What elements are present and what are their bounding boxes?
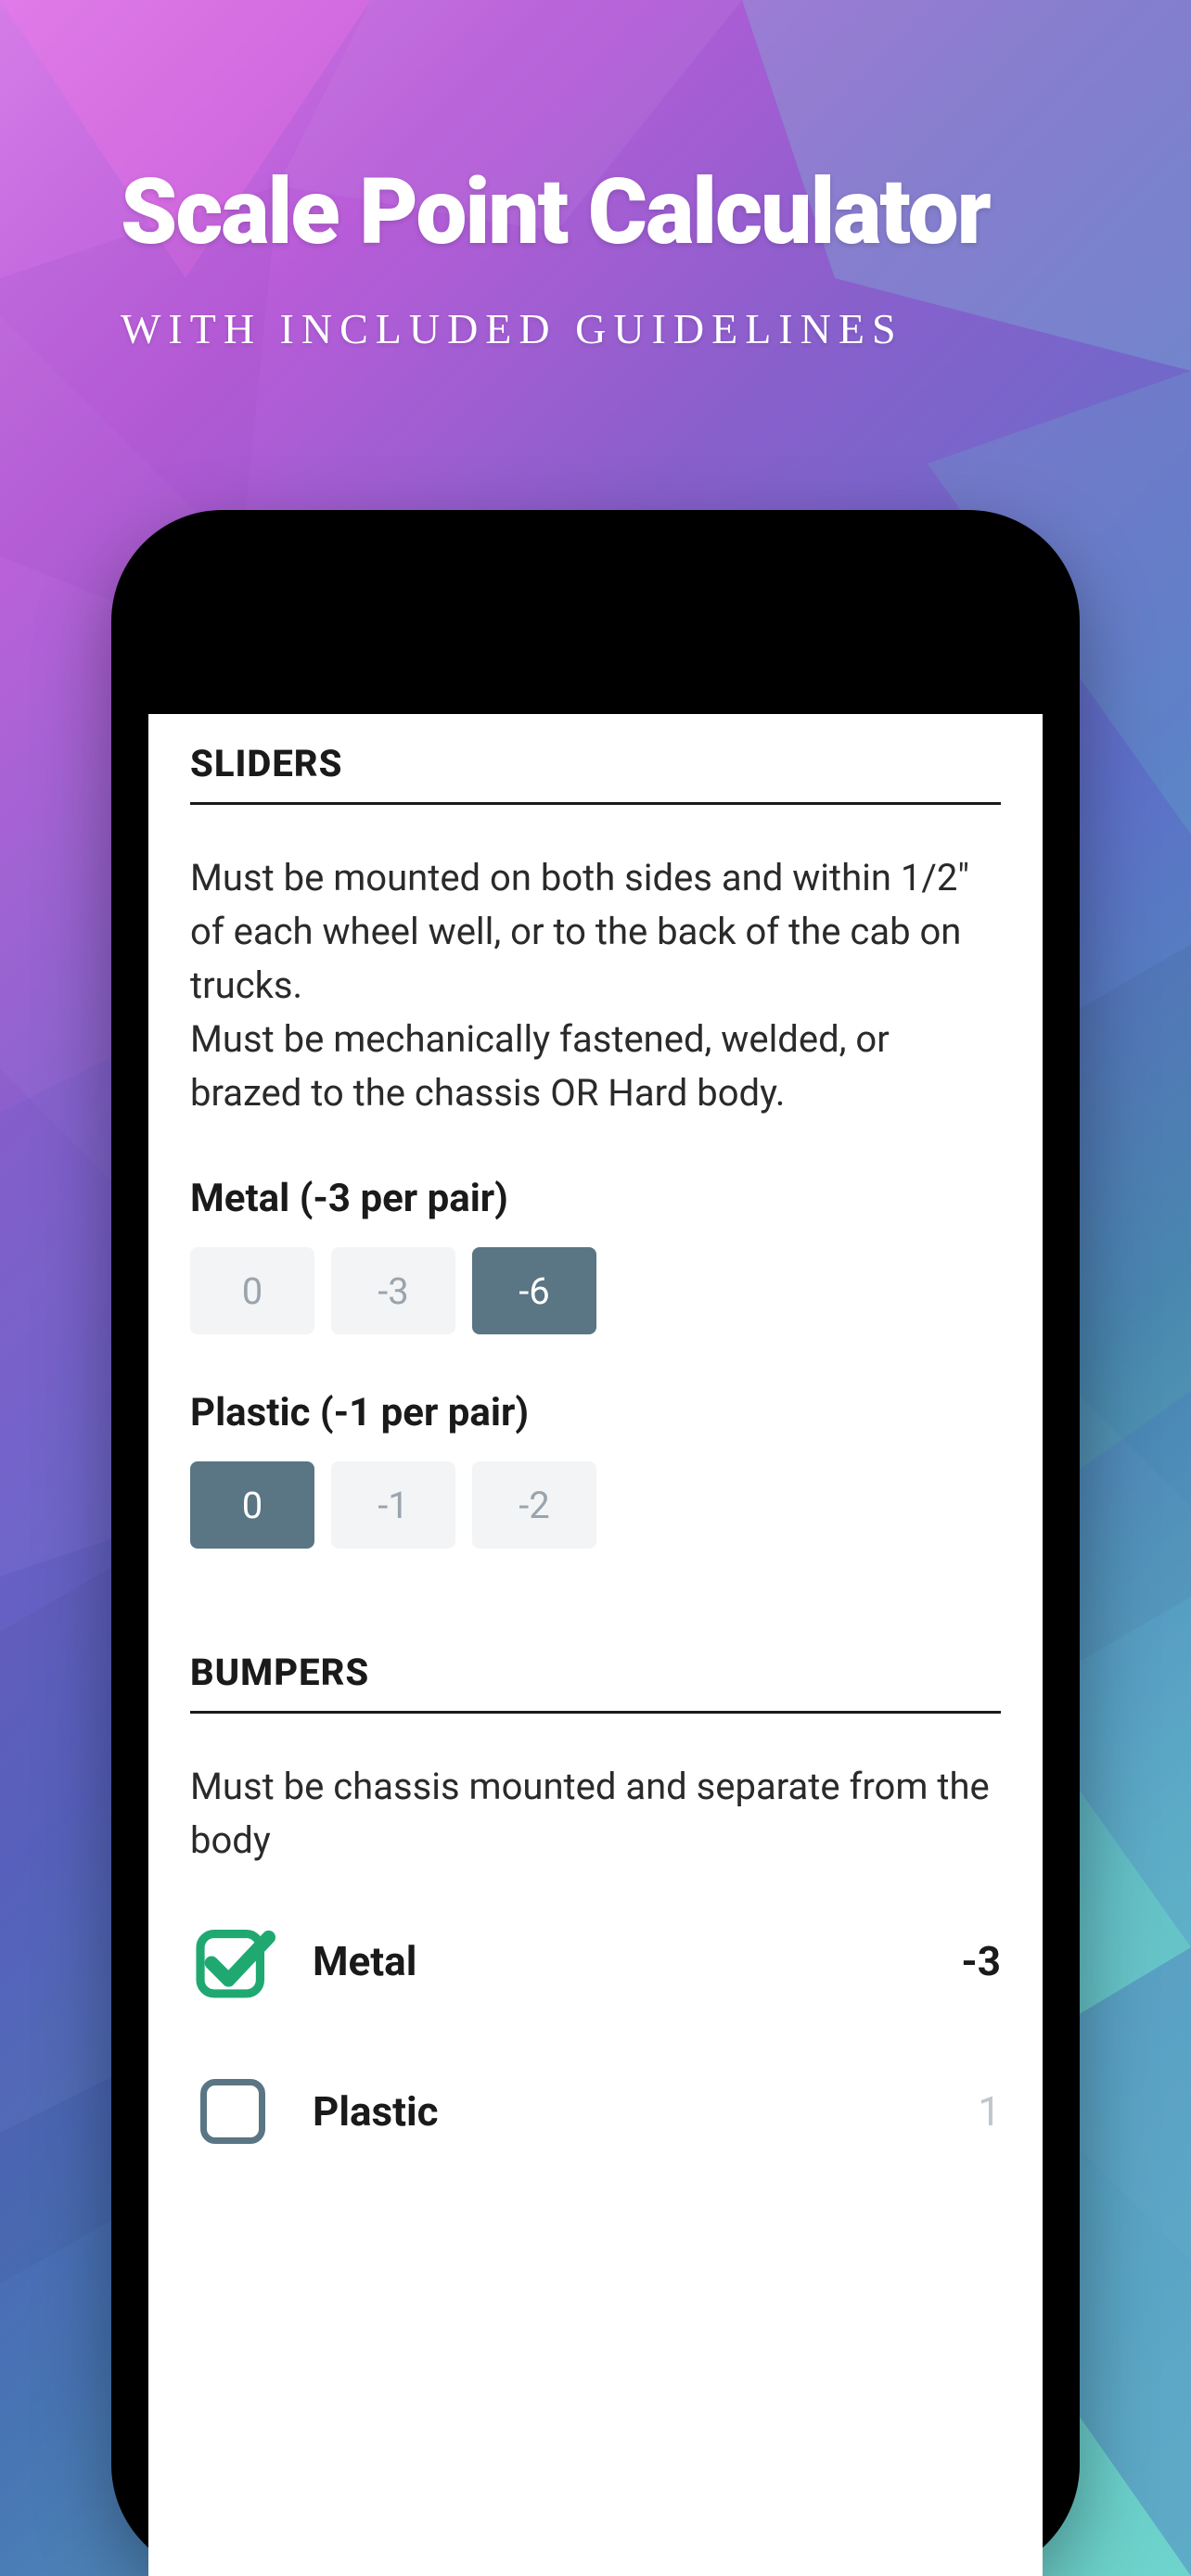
bumpers-metal-row[interactable]: Metal -3 — [190, 1919, 1001, 2004]
bumpers-guideline: Must be chassis mounted and separate fro… — [190, 1760, 1001, 1868]
device-frame: SLIDERS Must be mounted on both sides an… — [111, 510, 1080, 2576]
promo-subtitle: WITH INCLUDED GUIDELINES — [121, 304, 1117, 353]
device-screen[interactable]: SLIDERS Must be mounted on both sides an… — [148, 714, 1043, 2576]
sliders-plastic-option-2[interactable]: -2 — [472, 1461, 596, 1549]
checkbox-checked-icon[interactable] — [190, 1919, 275, 2004]
bumpers-plastic-label: Plastic — [313, 2087, 978, 2136]
sliders-plastic-label: Plastic (-1 per pair) — [190, 1390, 1001, 1435]
bumpers-section: BUMPERS Must be chassis mounted and sepa… — [190, 1651, 1001, 2154]
sliders-guideline: Must be mounted on both sides and within… — [190, 851, 1001, 1120]
promo-header: Scale Point Calculator WITH INCLUDED GUI… — [121, 167, 1117, 353]
divider — [190, 1711, 1001, 1714]
sliders-metal-option-0[interactable]: 0 — [190, 1247, 314, 1334]
section-title-sliders: SLIDERS — [190, 742, 1001, 785]
sliders-metal-label: Metal (-3 per pair) — [190, 1176, 1001, 1221]
sliders-metal-option-2[interactable]: -6 — [472, 1247, 596, 1334]
bumpers-plastic-value: 1 — [978, 2087, 1001, 2136]
sliders-plastic-option-1[interactable]: -1 — [331, 1461, 455, 1549]
divider — [190, 802, 1001, 805]
bumpers-plastic-row[interactable]: Plastic 1 — [190, 2069, 1001, 2154]
bumpers-metal-value: -3 — [961, 1937, 1001, 1985]
sliders-plastic-option-0[interactable]: 0 — [190, 1461, 314, 1549]
sliders-plastic-segmented: 0 -1 -2 — [190, 1461, 1001, 1549]
sliders-metal-option-1[interactable]: -3 — [331, 1247, 455, 1334]
section-title-bumpers: BUMPERS — [190, 1651, 1001, 1694]
sliders-metal-segmented: 0 -3 -6 — [190, 1247, 1001, 1334]
promo-title: Scale Point Calculator — [121, 167, 1117, 258]
checkbox-unchecked-icon[interactable] — [190, 2069, 275, 2154]
sliders-section: SLIDERS Must be mounted on both sides an… — [190, 742, 1001, 1549]
bumpers-metal-label: Metal — [313, 1937, 961, 1985]
